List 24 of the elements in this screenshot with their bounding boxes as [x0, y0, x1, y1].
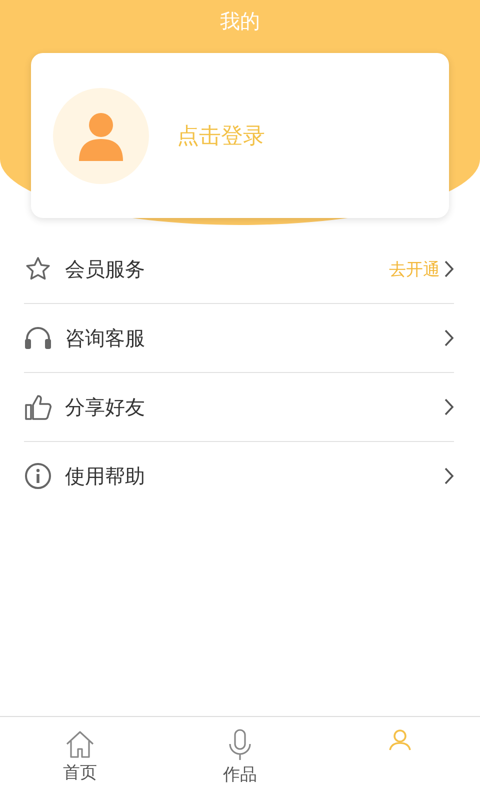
chevron-right-icon	[444, 329, 454, 347]
nav-tab[interactable]: 作品	[160, 717, 320, 800]
star-icon	[24, 256, 52, 282]
nav-tab[interactable]: 首页	[0, 717, 160, 800]
home-icon	[64, 729, 96, 759]
person-icon	[388, 729, 412, 751]
menu-item[interactable]: 使用帮助	[24, 442, 454, 510]
tab-label: 首页	[63, 762, 97, 784]
menu-item[interactable]: 咨询客服	[24, 304, 454, 373]
menu-label: 咨询客服	[65, 324, 146, 352]
page-title: 我的	[220, 8, 260, 35]
chevron-right-icon	[444, 260, 454, 278]
tab-label: 作品	[223, 764, 257, 786]
menu-label: 分享好友	[65, 394, 146, 420]
thumbs-up-icon	[24, 393, 52, 421]
headset-icon	[24, 326, 52, 350]
menu-label: 会员服务	[65, 256, 146, 282]
microphone-icon	[226, 729, 254, 761]
chevron-right-icon	[444, 398, 454, 416]
chevron-right-icon	[444, 467, 454, 485]
info-icon	[24, 462, 52, 490]
menu-label: 使用帮助	[65, 462, 146, 490]
menu-item[interactable]: 分享好友	[24, 373, 454, 442]
menu-item[interactable]: 会员服务 去开通	[24, 235, 454, 304]
